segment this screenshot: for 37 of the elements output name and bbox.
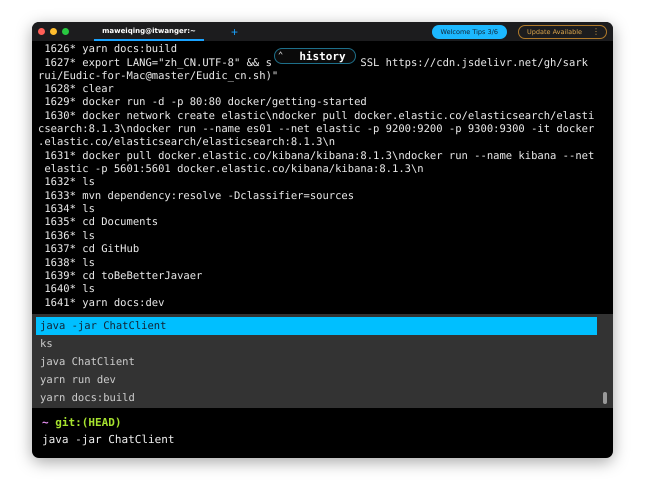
history-line: 1628* clear [44, 83, 114, 96]
git-branch: git:(HEAD) [55, 416, 122, 429]
history-line: 1636* ls [44, 230, 95, 242]
more-icon[interactable]: ⋮ [592, 27, 600, 36]
history-line: elastic -p 5601:5601 docker.elastic.co/kibana/kibana:8.1.3\n [44, 163, 424, 176]
history-line: 1635* cd Documents [44, 216, 158, 228]
close-icon[interactable] [38, 28, 45, 35]
history-line: 1633* mvn dependency:resolve -Dclassifier=sources [44, 190, 354, 202]
new-tab-button[interactable]: + [227, 26, 242, 38]
suggestion-item[interactable]: ks [36, 335, 597, 353]
history-line: SSL https://cdn.jsdelivr.net/gh/sark [360, 57, 588, 70]
chevron-up-icon: ⌃ [278, 50, 284, 64]
suggestion-item[interactable]: java ChatClient [36, 353, 597, 371]
history-line: 1631* docker pull docker.elastic.co/kibana/kibana:8.1.3\ndocker run --name kibana --net [44, 150, 594, 162]
maximize-icon[interactable] [62, 28, 69, 35]
history-line: 1637* cd GitHub [44, 243, 140, 256]
suggestion-item[interactable]: java -jar ChatClient [36, 317, 597, 335]
suggestion-item[interactable]: yarn run dev [36, 371, 597, 389]
history-line: 1640* ls [44, 283, 95, 296]
history-line: 1632* ls [44, 176, 95, 188]
history-line: 1629* docker run -d -p 80:80 docker/getting-started [44, 96, 367, 108]
prompt-directory: ~ [42, 416, 49, 429]
history-line: 1626* yarn docs:build [44, 43, 178, 55]
scrollbar[interactable] [603, 392, 607, 404]
history-line: 1630* docker network create elastic\ndocker pull docker.elastic.co/elasticsearch/elasti [44, 110, 594, 122]
history-line: 1639* cd toBeBetterJavaer [44, 270, 202, 282]
minimize-icon[interactable] [50, 28, 57, 35]
history-line: .elastic.co/elasticsearch/elasticsearch:8.1.3\n [38, 136, 336, 148]
command-input[interactable]: java -jar ChatClient [42, 431, 603, 448]
history-line: 1634* ls [44, 203, 95, 216]
history-line: rui/Eudic-for-Mac@master/Eudic_cn.sh)" [38, 70, 278, 82]
suggestion-item[interactable]: yarn docs:build [36, 389, 597, 407]
history-line: 1627* export LANG="zh_CN.UTF-8" && s [44, 57, 272, 70]
history-line: 1638* ls [44, 256, 95, 268]
history-line: csearch:8.1.3\ndocker run --name es01 --net elastic -p 9200:9200 -p 9300:9300 -it docker [38, 123, 594, 136]
history-line: 1641* yarn docs:dev [44, 296, 164, 309]
history-label: history [299, 50, 346, 64]
